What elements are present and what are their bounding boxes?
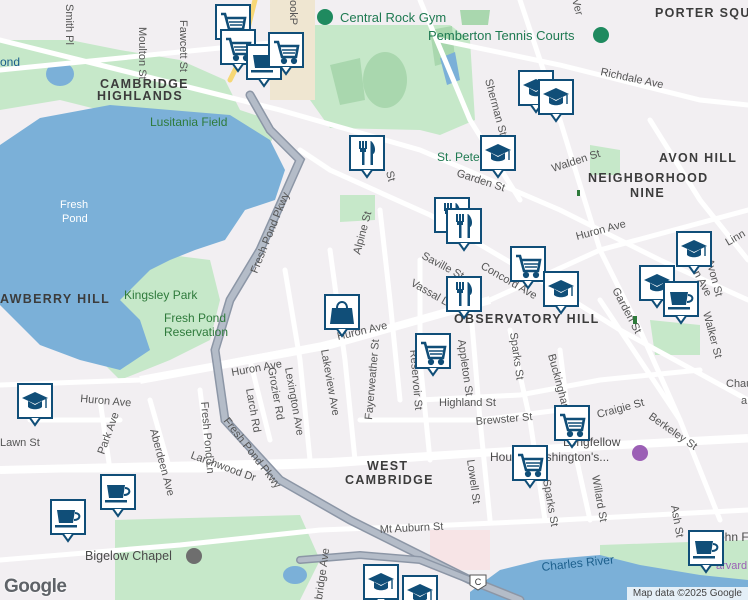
marker-pin (480, 135, 516, 178)
t-fragment-label: a (741, 395, 748, 407)
google-logo: Google (4, 576, 67, 597)
pin-icon (186, 548, 202, 564)
kingsley-park-label: Kingsley Park (124, 288, 198, 302)
brook-fragment-label: ookP (287, 0, 299, 25)
map-marker-restaurant[interactable] (349, 135, 385, 178)
marker-pin (676, 231, 712, 274)
map-marker-shopping-cart[interactable] (512, 445, 548, 488)
tree-icon (633, 316, 637, 324)
map-marker-graduation-cap[interactable] (538, 79, 574, 122)
strawberry-hill-label: AWBERRY HILL (0, 292, 110, 306)
longfellow-label-2: House Washington's... (490, 450, 609, 464)
fresh-pond-reservation-label-2: Reservation (164, 325, 228, 339)
route-number: C (475, 577, 482, 587)
pin-icon (593, 27, 609, 43)
marker-pin (17, 383, 53, 426)
lusitania-field-label: Lusitania Field (150, 115, 227, 129)
map-marker-shopping-bag[interactable] (324, 294, 360, 337)
pin-icon (317, 9, 333, 25)
neighborhood-nine-label-2: NINE (630, 186, 665, 200)
museum-icon (632, 445, 648, 461)
map-attribution[interactable]: Map data ©2025 Google (626, 587, 748, 600)
marker-pin (543, 271, 579, 314)
central-rock-gym-label: Central Rock Gym (340, 10, 446, 25)
bigelow-chapel-label: Bigelow Chapel (85, 549, 172, 563)
fresh-pond-label-2: Pond (62, 213, 88, 225)
fresh-pond-reservation-label-1: Fresh Pond (164, 311, 226, 325)
map-marker-graduation-cap[interactable] (676, 231, 712, 274)
map-marker-coffee-cup[interactable] (688, 530, 724, 573)
cambridge-highlands-label-2: HIGHLANDS (97, 89, 183, 103)
marker-pin (538, 79, 574, 122)
map-marker-shopping-cart[interactable] (415, 333, 451, 376)
pemberton-tennis-label: Pemberton Tennis Courts (428, 28, 575, 43)
moulton-st-label: Moulton St (136, 27, 148, 80)
map-marker-graduation-cap[interactable] (480, 135, 516, 178)
avon-hill-label: AVON HILL (659, 151, 737, 165)
fawcett-st-label: Fawcett St (177, 20, 189, 72)
map-canvas[interactable]: C PORTER SQUA CAMBRIDGE HIGHLANDS AVON H… (0, 0, 748, 600)
tree-icon (577, 190, 580, 196)
map-marker-graduation-cap[interactable] (363, 564, 399, 600)
west-cambridge-label-2: CAMBRIDGE (345, 473, 434, 487)
map-marker-graduation-cap[interactable] (402, 575, 438, 600)
lawn-st-label: Lawn St (0, 437, 40, 449)
map-marker-shopping-cart[interactable] (510, 246, 546, 289)
map-marker-restaurant[interactable] (446, 208, 482, 251)
west-cambridge-label-1: WEST (367, 459, 408, 473)
porter-square-label: PORTER SQUA (655, 6, 748, 20)
map-marker-coffee-cup[interactable] (663, 281, 699, 324)
st-peter-label: St. Peter (437, 150, 484, 164)
map-marker-coffee-cup[interactable] (50, 499, 86, 542)
map-marker-coffee-cup[interactable] (100, 474, 136, 517)
map-marker-restaurant[interactable] (446, 276, 482, 319)
map-marker-shopping-cart[interactable] (554, 405, 590, 448)
map-marker-shopping-cart[interactable] (268, 32, 304, 75)
smith-pl-label: Smith Pl (63, 4, 75, 45)
neighborhood-nine-label-1: NEIGHBORHOOD (588, 171, 708, 185)
map-marker-graduation-cap[interactable] (17, 383, 53, 426)
observatory-hill-label: OBSERVATORY HILL (454, 312, 600, 326)
pond-fragment-label: ond (0, 55, 20, 69)
chau-st-label: Chau (726, 378, 748, 390)
highland-st-label: Highland St (439, 397, 496, 409)
map-marker-graduation-cap[interactable] (543, 271, 579, 314)
fresh-pond-label-1: Fresh (60, 199, 88, 211)
